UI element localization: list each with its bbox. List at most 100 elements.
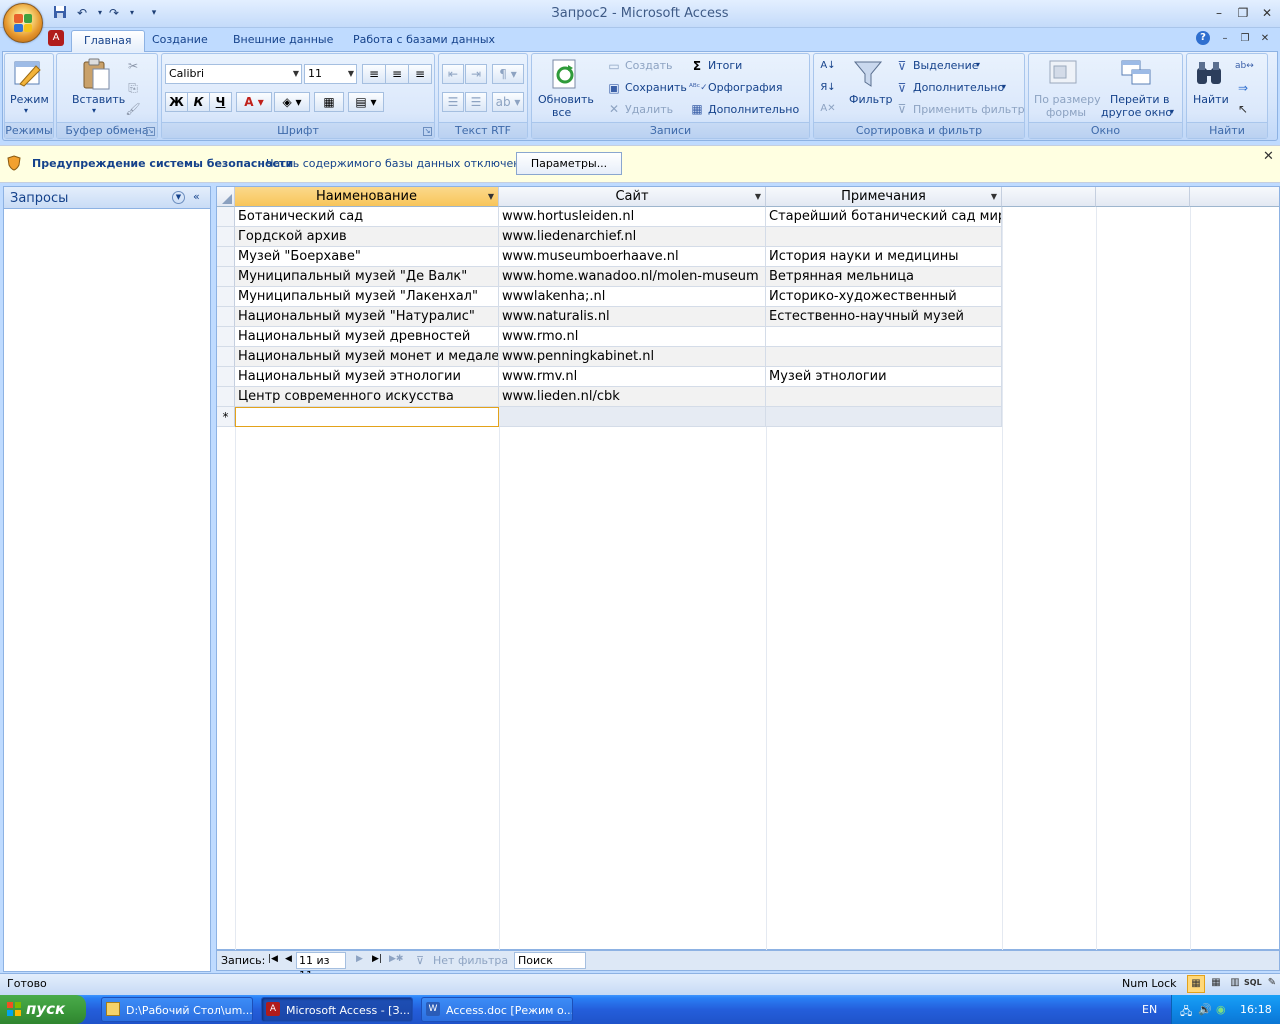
replace-icon[interactable]: ab↔: [1235, 58, 1254, 74]
filter-label[interactable]: Фильтр: [849, 93, 893, 106]
paste-label[interactable]: Вставить: [72, 93, 125, 106]
table-cell[interactable]: Муниципальный музей "Лакенхал": [235, 287, 499, 307]
table-cell[interactable]: www.home.wanadoo.nl/molen-museum: [499, 267, 766, 287]
table-cell[interactable]: Музей "Боерхаве": [235, 247, 499, 267]
record-position-field[interactable]: 11 из 11: [296, 952, 346, 982]
table-cell[interactable]: Музей этнологии: [766, 367, 1002, 387]
fill-color-icon[interactable]: ◈ ▾: [274, 92, 310, 112]
nav-collapse-icon[interactable]: «: [193, 190, 200, 203]
sort-ascending-icon[interactable]: A↓: [820, 58, 836, 74]
sort-descending-icon[interactable]: Я↓: [820, 80, 836, 96]
row-selector[interactable]: [217, 387, 235, 407]
cut-icon[interactable]: ✂: [125, 58, 141, 74]
goto-icon[interactable]: ⇒: [1235, 80, 1251, 96]
underline-button[interactable]: Ч: [209, 92, 232, 112]
chevron-down-icon[interactable]: ▼: [488, 187, 494, 206]
sql-view-icon[interactable]: SQL: [1244, 978, 1262, 987]
table-cell[interactable]: Национальный музей этнологии: [235, 367, 499, 387]
save-record-label[interactable]: Сохранить: [625, 81, 687, 94]
switch-window-label-2[interactable]: другое окно: [1101, 106, 1172, 119]
table-cell[interactable]: История науки и медицины: [766, 247, 1002, 267]
row-selector[interactable]: [217, 307, 235, 327]
datasheet-view-icon[interactable]: ▦: [1187, 975, 1205, 993]
table-cell[interactable]: www.liedenarchief.nl: [499, 227, 766, 247]
delete-record-icon[interactable]: ✕: [606, 101, 622, 117]
table-cell[interactable]: www.hortusleiden.nl: [499, 207, 766, 227]
save-record-icon[interactable]: ▣: [606, 80, 622, 96]
nav-menu-dropdown-icon[interactable]: ▼: [172, 191, 185, 204]
column-header-site[interactable]: Сайт ▼: [499, 187, 766, 207]
table-cell[interactable]: Гордской архив: [235, 227, 499, 247]
prev-record-icon[interactable]: ◀: [285, 954, 292, 964]
highlight-icon[interactable]: ab ▾: [492, 92, 524, 112]
table-cell[interactable]: Центр современного искусства: [235, 387, 499, 407]
doc-close-icon[interactable]: ✕: [1254, 30, 1276, 48]
gridlines-icon[interactable]: ▦: [314, 92, 344, 112]
selection-filter-icon[interactable]: ⊽: [894, 58, 910, 74]
new-row-cell[interactable]: [235, 407, 499, 427]
table-cell[interactable]: www.rmo.nl: [499, 327, 766, 347]
paragraph-direction-icon[interactable]: ¶ ▾: [492, 64, 524, 84]
close-icon[interactable]: ✕: [1256, 4, 1278, 22]
refresh-label-2[interactable]: все: [552, 106, 571, 119]
view-mode-dropdown-icon[interactable]: ▾: [24, 106, 28, 115]
table-cell[interactable]: www.naturalis.nl: [499, 307, 766, 327]
row-selector[interactable]: [217, 247, 235, 267]
row-selector[interactable]: [217, 327, 235, 347]
selection-dropdown-icon[interactable]: ▾: [976, 60, 980, 69]
table-cell[interactable]: Естественно-научный музей: [766, 307, 1002, 327]
decrease-indent-icon[interactable]: ⇤: [442, 64, 464, 84]
row-selector[interactable]: [217, 267, 235, 287]
filter-status[interactable]: Нет фильтра: [433, 954, 508, 967]
paste-icon[interactable]: [80, 57, 112, 94]
help-icon[interactable]: ?: [1196, 31, 1210, 45]
row-selector[interactable]: [217, 347, 235, 367]
new-record-icon[interactable]: ▭: [606, 58, 622, 74]
table-cell[interactable]: Национальный музей "Натуралис": [235, 307, 499, 327]
table-cell[interactable]: Историко-художественный: [766, 287, 1002, 307]
advanced-filter-label[interactable]: Дополнительно: [913, 81, 1004, 94]
apply-filter-label[interactable]: Применить фильтр: [913, 103, 1025, 116]
search-input[interactable]: Поиск: [514, 952, 586, 969]
column-header-notes[interactable]: Примечания ▼: [766, 187, 1002, 207]
security-options-button[interactable]: Параметры...: [516, 152, 622, 175]
table-cell[interactable]: Муниципальный музей "Де Валк": [235, 267, 499, 287]
minimize-icon[interactable]: –: [1208, 4, 1230, 22]
format-painter-icon[interactable]: 🖌: [125, 101, 141, 117]
advanced-dropdown-icon[interactable]: ▾: [1002, 82, 1006, 91]
table-cell[interactable]: [766, 347, 1002, 367]
taskbar-item-access[interactable]: Microsoft Access - [З...: [261, 997, 413, 1022]
clipboard-launcher-icon[interactable]: ↘: [146, 127, 155, 136]
fit-to-form-icon[interactable]: [1048, 58, 1078, 91]
switch-window-dropdown-icon[interactable]: ▾: [1170, 107, 1174, 116]
advanced-filter-icon[interactable]: ⊽: [894, 80, 910, 96]
totals-label[interactable]: Итоги: [708, 59, 742, 72]
clear-sort-icon[interactable]: A✕: [820, 101, 836, 117]
italic-button[interactable]: К: [187, 92, 210, 112]
chevron-down-icon[interactable]: ▼: [755, 187, 761, 206]
select-all-corner[interactable]: [217, 187, 235, 207]
more-records-icon[interactable]: ▦: [689, 101, 705, 117]
navigation-pane-title[interactable]: Запросы: [10, 191, 68, 206]
filter-icon[interactable]: [852, 58, 884, 93]
column-header-name[interactable]: Наименование ▼: [235, 187, 499, 207]
fit-to-form-label[interactable]: По размеру: [1034, 93, 1101, 106]
more-records-label[interactable]: Дополнительно: [708, 103, 799, 116]
binoculars-icon[interactable]: [1194, 58, 1224, 91]
bullets-icon[interactable]: ☰: [465, 92, 487, 112]
fit-to-form-label-2[interactable]: формы: [1046, 106, 1086, 119]
first-record-icon[interactable]: |◀: [268, 954, 278, 964]
pivotchart-view-icon[interactable]: ▥: [1226, 975, 1244, 993]
paste-dropdown-icon[interactable]: ▾: [92, 106, 96, 115]
numbering-icon[interactable]: ☰: [442, 92, 464, 112]
refresh-label[interactable]: Обновить: [538, 93, 594, 106]
security-close-icon[interactable]: ✕: [1263, 149, 1274, 164]
taskbar-item-explorer[interactable]: D:\Рабочий Стол\um...: [101, 997, 253, 1022]
row-selector[interactable]: [217, 227, 235, 247]
font-size-combo[interactable]: 11 ▼: [304, 64, 357, 84]
copy-icon[interactable]: ⎘: [125, 80, 141, 96]
totals-icon[interactable]: Σ: [689, 58, 705, 74]
new-row-cell[interactable]: [499, 407, 766, 427]
chevron-down-icon[interactable]: ▼: [991, 187, 997, 206]
row-selector[interactable]: [217, 207, 235, 227]
